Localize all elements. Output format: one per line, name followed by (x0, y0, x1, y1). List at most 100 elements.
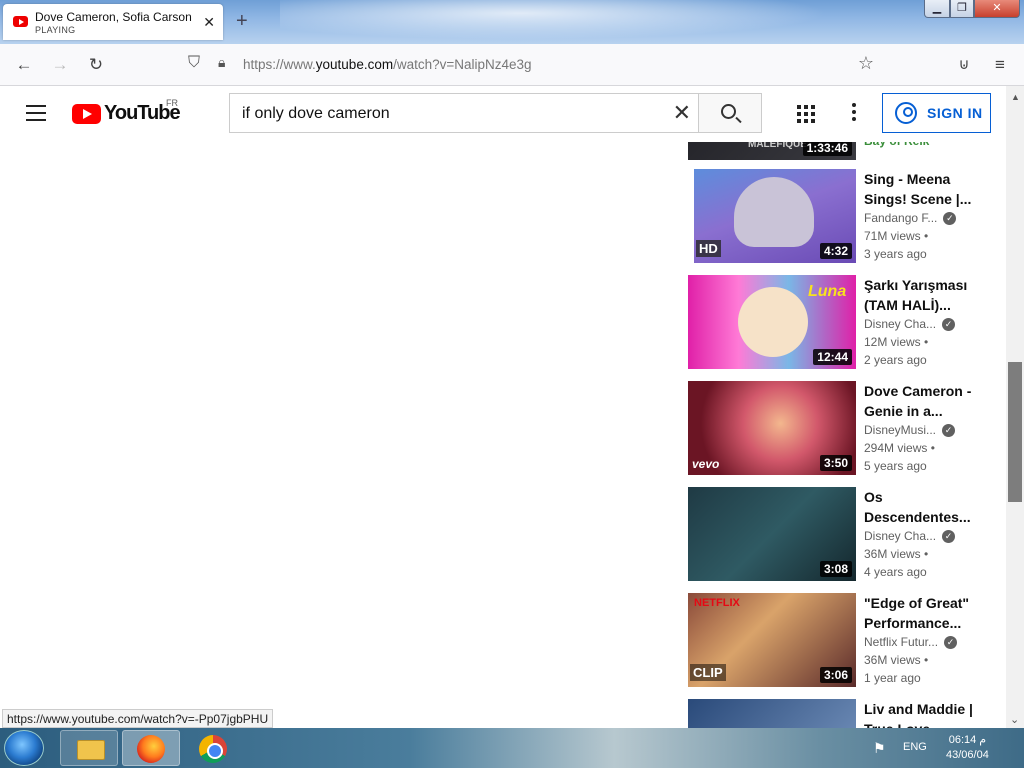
window-maximize-button[interactable]: ❐ (950, 0, 974, 18)
verified-check-icon: ✓ (943, 211, 957, 225)
video-thumbnail[interactable]: Luna 12:44 (688, 275, 856, 369)
more-options-icon[interactable] (852, 103, 856, 124)
channel-name[interactable]: Netflix Futur... ✓ (864, 633, 976, 651)
upload-age: 4 years ago (864, 565, 927, 579)
view-count: 12M views • (864, 335, 929, 349)
forward-icon[interactable]: → (48, 53, 72, 77)
tab-close-icon[interactable]: ✕ (203, 14, 215, 31)
verified-check-icon: ✓ (944, 635, 958, 649)
search-icon (721, 104, 736, 119)
video-thumbnail[interactable] (688, 699, 856, 728)
recommendation-item[interactable]: MALEFIQUE 1:33:46 Bay of Reik (688, 142, 988, 160)
language-indicator[interactable]: ENG (903, 741, 927, 753)
window-close-button[interactable]: ✕ (974, 0, 1020, 18)
taskbar-firefox[interactable] (122, 730, 180, 766)
upload-age: 1 year ago (864, 671, 921, 685)
video-meta: Os Descendentes... Disney Cha... ✓ 36M vi… (864, 487, 976, 581)
clock-date: 43/06/04 (946, 749, 989, 761)
video-title[interactable]: Şarkı Yarışması (TAM HALİ)... (864, 275, 976, 315)
partial-text: Bay of Reik (864, 142, 929, 150)
browser-tab[interactable]: Dove Cameron, Sofia Carson - S PLAYING ✕ (3, 4, 223, 40)
thumbnail-label: NETFLIX (694, 597, 740, 609)
country-code: FR (166, 98, 178, 108)
view-count: 36M views • (864, 653, 929, 667)
clock-time: 06:14 م (948, 734, 987, 746)
channel-name[interactable]: Fandango F... ✓ (864, 209, 976, 227)
search-query: if only dove cameron (242, 105, 390, 122)
video-title[interactable]: "Edge of Great" Performance... (864, 593, 976, 633)
tab-playing-label: PLAYING (35, 25, 76, 35)
firefox-icon (137, 735, 165, 763)
url-bar[interactable]: ⛉ 🔒︎ https://www.youtube.com/watch?v=Nal… (184, 50, 882, 80)
search-input[interactable]: if only dove cameron ✕ (229, 93, 699, 133)
video-duration: 4:32 (819, 243, 852, 259)
scroll-up-icon[interactable]: ▲ (1011, 92, 1020, 102)
pocket-icon[interactable]: ⊍ (952, 53, 976, 77)
video-meta: Sing - Meena Sings! Scene |... Fandango … (864, 169, 976, 263)
video-title[interactable]: Sing - Meena Sings! Scene |... (864, 169, 976, 209)
channel-name[interactable]: Disney Cha... ✓ (864, 315, 976, 333)
star-icon[interactable]: ☆ (858, 53, 874, 74)
thumbnail-image (734, 177, 814, 247)
window-minimize-button[interactable]: ▁ (924, 0, 950, 18)
video-meta: Liv and Maddie | True Love (864, 699, 976, 728)
search-button[interactable] (698, 93, 762, 133)
page-scrollbar[interactable]: ▲ ⌄ (1006, 86, 1024, 728)
menu-icon[interactable]: ≡ (988, 53, 1012, 77)
video-meta: Dove Cameron - Genie in a... DisneyMusi.… (864, 381, 976, 475)
lock-icon[interactable]: 🔒︎ (218, 54, 225, 71)
sign-in-label: SIGN IN (927, 105, 983, 121)
channel-name[interactable]: DisneyMusi... ✓ (864, 421, 976, 439)
thumbnail-label: Luna (808, 283, 847, 300)
reload-icon[interactable]: ↻ (84, 53, 108, 77)
upload-age: 5 years ago (864, 459, 927, 473)
video-thumbnail[interactable]: NETFLIX CLIP 3:06 (688, 593, 856, 687)
verified-check-icon: ✓ (942, 529, 956, 543)
hamburger-menu-icon[interactable] (26, 105, 46, 121)
chrome-icon (199, 735, 227, 763)
sign-in-button[interactable]: SIGN IN (882, 93, 991, 133)
scroll-down-icon[interactable]: ⌄ (1010, 713, 1019, 726)
new-tab-icon[interactable]: + (236, 10, 248, 33)
video-title[interactable]: Dove Cameron - Genie in a... (864, 381, 976, 421)
account-icon (895, 102, 917, 124)
shield-icon[interactable]: ⛉ (188, 54, 200, 72)
start-button[interactable] (4, 730, 44, 766)
status-url: https://www.youtube.com/watch?v=-Pp07jgb… (2, 709, 274, 728)
video-duration: 3:08 (819, 561, 852, 577)
taskbar-explorer[interactable] (60, 730, 118, 766)
clock[interactable]: 06:14 م 43/06/04 (946, 733, 989, 763)
video-meta: "Edge of Great" Performance... Netflix F… (864, 593, 976, 687)
action-center-flag-icon[interactable]: ⚑ (873, 740, 886, 757)
youtube-header: YouTube FR if only dove cameron ✕ SIGN I… (0, 86, 1024, 142)
video-duration: 3:50 (819, 455, 852, 471)
video-duration: 3:06 (819, 667, 852, 683)
tab-title: Dove Cameron, Sofia Carson - S (35, 10, 193, 24)
video-meta: Şarkı Yarışması (TAM HALİ)... Disney Cha… (864, 275, 976, 369)
browser-titlebar: Dove Cameron, Sofia Carson - S PLAYING ✕… (0, 0, 1024, 44)
view-count: 36M views • (864, 547, 929, 561)
scrollbar-thumb[interactable] (1008, 362, 1022, 502)
taskbar-chrome[interactable] (184, 730, 242, 766)
video-thumbnail[interactable]: vevo 3:50 (688, 381, 856, 475)
apps-grid-icon[interactable] (797, 105, 815, 123)
browser-navbar: ← → ↻ ⛉ 🔒︎ https://www.youtube.com/watch… (0, 44, 1024, 86)
clear-search-icon[interactable]: ✕ (673, 100, 691, 126)
back-icon[interactable]: ← (12, 53, 36, 77)
thumbnail-image (738, 287, 808, 357)
watch-page-content: MALEFIQUE 1:33:46 Bay of Reik HD 4:32 Si… (0, 142, 1006, 728)
verified-check-icon: ✓ (942, 317, 956, 331)
video-thumbnail[interactable]: HD 4:32 (694, 169, 856, 263)
windows-taskbar: ⚑ ENG 06:14 م 43/06/04 (0, 728, 1024, 768)
channel-name[interactable]: Disney Cha... ✓ (864, 527, 976, 545)
hd-badge: HD (696, 240, 721, 257)
video-thumbnail[interactable]: 3:08 (688, 487, 856, 581)
video-duration: 12:44 (813, 349, 852, 365)
video-title[interactable]: Liv and Maddie | True Love (864, 699, 976, 728)
video-thumbnail[interactable]: MALEFIQUE 1:33:46 (688, 142, 856, 160)
upload-age: 2 years ago (864, 353, 927, 367)
view-count: 294M views • (864, 441, 935, 455)
url-text[interactable]: https://www.youtube.com/watch?v=NalipNz4… (243, 57, 532, 72)
youtube-play-icon (72, 104, 101, 124)
video-title[interactable]: Os Descendentes... (864, 487, 976, 527)
